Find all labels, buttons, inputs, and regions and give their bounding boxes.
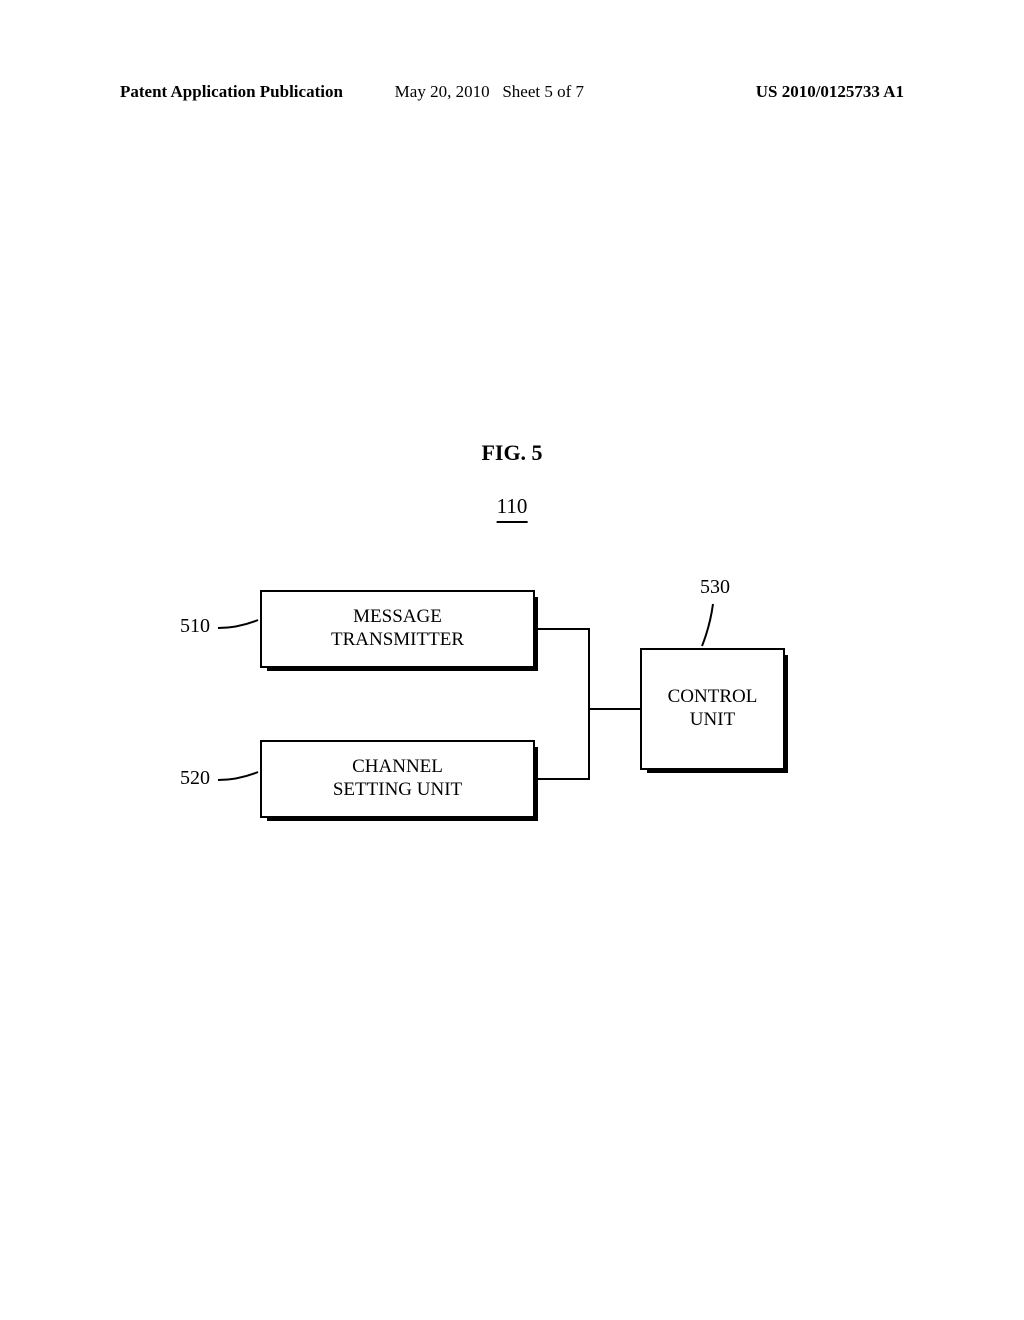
control-unit-label-line2: UNIT [668,709,758,732]
connector-vertical-junction [588,628,590,780]
connector-channel-to-junction [538,778,590,780]
channel-setting-label-line1: CHANNEL [333,756,462,779]
ref-number-510: 510 [180,615,210,638]
header-sheet: Sheet 5 of 7 [502,82,584,101]
channel-setting-unit-block: CHANNEL SETTING UNIT [260,740,535,818]
message-transmitter-label-line1: MESSAGE [331,606,464,629]
control-unit-block: CONTROL UNIT [640,648,785,770]
header-publication-label: Patent Application Publication [120,82,375,102]
header-patent-number: US 2010/0125733 A1 [649,82,904,102]
connector-message-to-junction [538,628,590,630]
message-transmitter-block: MESSAGE TRANSMITTER [260,590,535,668]
ref-number-530: 530 [700,576,730,599]
channel-setting-label-line2: SETTING UNIT [333,779,462,802]
figure-reference-number: 110 [497,494,528,523]
header-date: May 20, 2010 [395,82,490,101]
ref-number-520: 520 [180,767,210,790]
control-unit-label-line1: CONTROL [668,686,758,709]
block-diagram: 510 520 530 MESSAGE TRANSMITTER CHANNEL … [0,560,1024,910]
figure-label: FIG. 5 [481,440,542,466]
message-transmitter-label-line2: TRANSMITTER [331,629,464,652]
page-header: Patent Application Publication May 20, 2… [0,82,1024,102]
header-center: May 20, 2010 Sheet 5 of 7 [375,82,650,102]
connector-junction-to-control [590,708,640,710]
